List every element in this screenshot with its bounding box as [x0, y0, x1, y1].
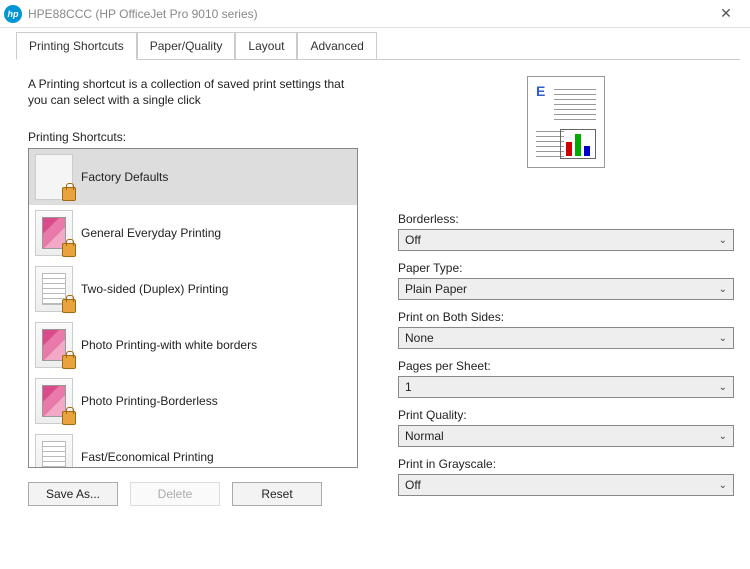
list-item-label: General Everyday Printing [81, 226, 221, 240]
lock-icon [62, 243, 76, 257]
list-item-label: Photo Printing-Borderless [81, 394, 218, 408]
lock-icon [62, 299, 76, 313]
paper-type-select[interactable]: Plain Paper ⌄ [398, 278, 734, 300]
list-item-label: Two-sided (Duplex) Printing [81, 282, 228, 296]
select-value: Off [405, 233, 421, 247]
borderless-select[interactable]: Off ⌄ [398, 229, 734, 251]
select-value: Plain Paper [405, 282, 467, 296]
pages-per-sheet-label: Pages per Sheet: [398, 359, 734, 373]
thumb-icon [35, 434, 73, 468]
list-item[interactable]: Factory Defaults [29, 149, 357, 205]
lock-icon [62, 411, 76, 425]
delete-button[interactable]: Delete [130, 482, 220, 506]
both-sides-label: Print on Both Sides: [398, 310, 734, 324]
list-item-label: Fast/Economical Printing [81, 450, 214, 464]
tab-paper-quality[interactable]: Paper/Quality [137, 32, 236, 60]
borderless-label: Borderless: [398, 212, 734, 226]
save-as-button[interactable]: Save As... [28, 482, 118, 506]
list-item[interactable]: Photo Printing-Borderless [29, 373, 357, 429]
thumb-icon [35, 378, 73, 424]
print-preview-icon: E [527, 76, 605, 168]
both-sides-select[interactable]: None ⌄ [398, 327, 734, 349]
grayscale-label: Print in Grayscale: [398, 457, 734, 471]
reset-button[interactable]: Reset [232, 482, 322, 506]
hp-logo-icon: hp [4, 5, 22, 23]
close-button[interactable]: ✕ [706, 0, 746, 28]
list-item[interactable]: General Everyday Printing [29, 205, 357, 261]
tab-printing-shortcuts[interactable]: Printing Shortcuts [16, 32, 137, 60]
print-quality-label: Print Quality: [398, 408, 734, 422]
print-quality-select[interactable]: Normal ⌄ [398, 425, 734, 447]
chevron-down-icon: ⌄ [719, 333, 727, 344]
chevron-down-icon: ⌄ [719, 235, 727, 246]
titlebar: hp HPE88CCC (HP OfficeJet Pro 9010 serie… [0, 0, 750, 28]
list-item[interactable]: Two-sided (Duplex) Printing [29, 261, 357, 317]
lock-icon [62, 355, 76, 369]
lock-icon [62, 187, 76, 201]
shortcuts-listbox[interactable]: Factory Defaults General Everyday Printi… [28, 148, 358, 468]
pages-per-sheet-select[interactable]: 1⌄ [398, 376, 734, 398]
chevron-down-icon: ⌄ [719, 431, 727, 442]
description-text: A Printing shortcut is a collection of s… [28, 76, 358, 108]
thumb-icon [35, 266, 73, 312]
thumb-icon [35, 322, 73, 368]
list-item-label: Factory Defaults [81, 170, 168, 184]
grayscale-select[interactable]: Off ⌄ [398, 474, 734, 496]
select-value: None [405, 331, 434, 345]
thumb-icon [35, 154, 73, 200]
thumb-icon [35, 210, 73, 256]
list-item[interactable]: Fast/Economical Printing [29, 429, 357, 468]
shortcuts-label: Printing Shortcuts: [28, 130, 358, 144]
select-value: 1 [405, 380, 412, 394]
select-value: Off [405, 478, 421, 492]
chevron-down-icon: ⌄ [719, 382, 727, 393]
chevron-down-icon: ⌄ [719, 284, 727, 295]
list-item-label: Photo Printing-with white borders [81, 338, 257, 352]
tab-row: Printing Shortcuts Paper/Quality Layout … [0, 28, 750, 60]
tab-advanced[interactable]: Advanced [297, 32, 376, 60]
select-value: Normal [405, 429, 444, 443]
paper-type-label: Paper Type: [398, 261, 734, 275]
window-title: HPE88CCC (HP OfficeJet Pro 9010 series) [28, 7, 706, 21]
chevron-down-icon: ⌄ [719, 480, 727, 491]
list-item[interactable]: Photo Printing-with white borders [29, 317, 357, 373]
tab-layout[interactable]: Layout [235, 32, 297, 60]
